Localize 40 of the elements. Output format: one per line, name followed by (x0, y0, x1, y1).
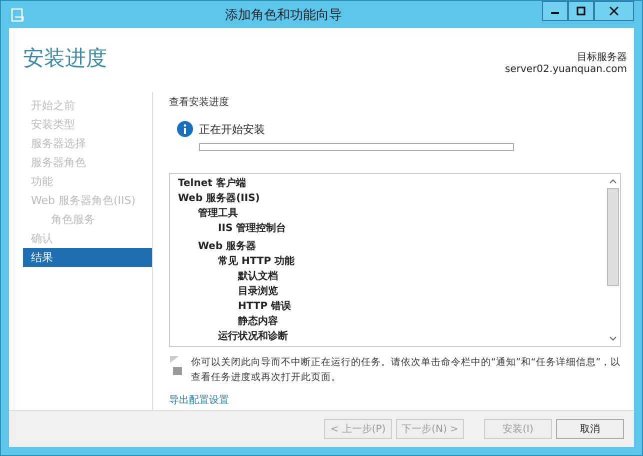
info-note: 你可以关闭此向导而不中断正在运行的任务。请依次单击命令栏中的“通知”和“任务详细信息”，以查看任务进度或再次打开此页面。 (191, 356, 621, 385)
close-icon (609, 6, 619, 16)
feature-item: 默认文档 (236, 270, 279, 284)
sidebar-item[interactable]: 开始之前 (23, 96, 152, 115)
sidebar-item[interactable]: 确认 (23, 229, 152, 248)
scroll-thumb[interactable] (607, 188, 619, 286)
sidebar-item[interactable]: 安装类型 (23, 115, 152, 134)
scroll-down-icon[interactable] (609, 336, 617, 342)
server-name: server02.yuanquan.com (505, 64, 627, 75)
feature-item: 常见 HTTP 功能 (217, 254, 296, 269)
window-title: 添加角色和功能向导 (224, 6, 343, 24)
feature-item: IIS 管理控制台 (217, 222, 288, 236)
scroll-up-icon[interactable] (609, 178, 617, 184)
status-text: 正在开始安装 (199, 122, 265, 136)
feature-item: 管理工具 (197, 206, 239, 221)
page-title: 安装进度 (23, 45, 107, 72)
close-button[interactable] (594, 1, 634, 21)
feature-item: 目录浏览 (237, 284, 279, 299)
sidebar-item[interactable]: Web 服务器角色(IIS) (23, 191, 152, 210)
flag-icon (169, 355, 183, 377)
info-icon (177, 121, 193, 137)
target-server-label: 目标服务器 (577, 50, 627, 64)
feature-item: 静态内容 (236, 314, 279, 329)
wizard-icon (11, 8, 25, 22)
maximize-button[interactable] (568, 1, 594, 21)
sidebar-item[interactable]: 功能 (23, 172, 152, 191)
wizard-button[interactable]: 取消 (556, 419, 624, 439)
feature-item: HTTP 错误 (237, 300, 292, 314)
feature-item: Web 服务器(IIS) (177, 192, 261, 206)
feature-item: 运行状况和诊断 (217, 330, 289, 344)
feature-item: Web 服务器 (197, 240, 258, 254)
minimize-button[interactable] (542, 1, 568, 21)
section-heading: 查看安装进度 (169, 96, 230, 109)
export-settings-link[interactable]: 导出配置设置 (169, 393, 229, 407)
sidebar-item[interactable]: 服务器角色 (23, 153, 152, 172)
sidebar-item[interactable]: 服务器选择 (23, 134, 152, 153)
sidebar-item[interactable]: 角色服务 (23, 210, 152, 229)
sidebar-item[interactable]: 结果 (23, 248, 152, 267)
maximize-icon (576, 6, 586, 16)
feature-item: Telnet 客户端 (177, 176, 247, 191)
